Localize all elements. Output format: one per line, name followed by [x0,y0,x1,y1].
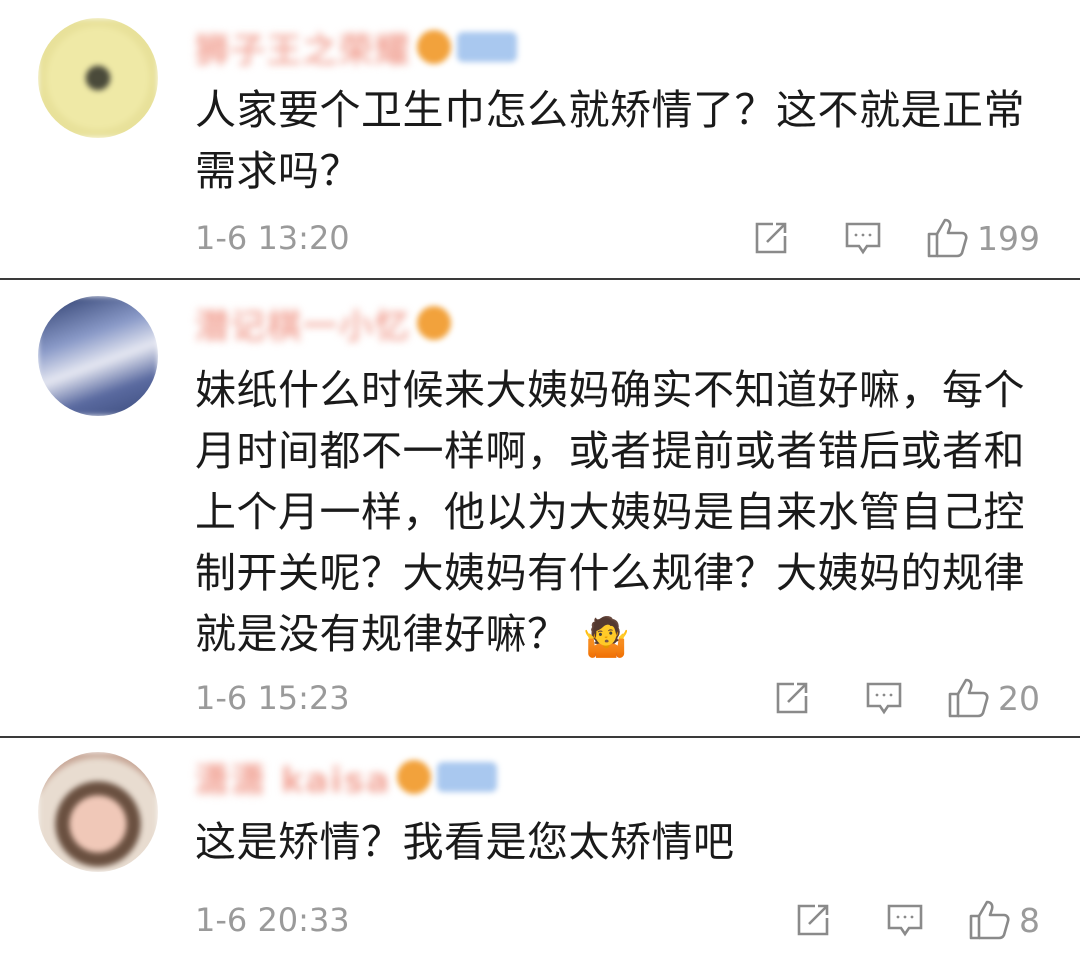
username-text[interactable]: 狮子王之荣耀 [195,23,411,72]
comment-meta: 1-6 13:20 199 [195,216,1040,260]
avatar[interactable] [38,18,158,138]
comment-text: 人家要个卫生巾怎么就矫情了？这不就是正常需求吗？ [195,86,1025,195]
comment-meta: 1-6 15:23 20 [195,676,1040,720]
like-button[interactable]: 20 [946,676,1040,720]
comment-icon[interactable] [883,898,927,942]
vip-badge-icon [417,30,451,64]
comment-actions: 8 [743,898,1040,942]
username[interactable]: 潜记棋一小忆 [195,302,451,347]
comment-meta: 1-6 20:33 8 [195,898,1040,942]
comment-text: 妹纸什么时候来大姨妈确实不知道好嘛，每个月时间都不一样啊，或者提前或者错后或者和… [195,360,1055,668]
vip-badge-icon [417,306,451,340]
username[interactable]: 潇潇 kaisa [195,756,498,801]
like-button[interactable]: 8 [967,898,1040,942]
username-text[interactable]: 潜记棋一小忆 [195,299,411,348]
like-count: 199 [977,218,1040,258]
comment-actions: 199 [701,216,1040,260]
timestamp: 1-6 15:23 [195,679,350,717]
timestamp: 1-6 20:33 [195,901,350,939]
comment-text: 这是矫情？我看是您太矫情吧 [195,818,735,866]
avatar[interactable] [38,296,158,416]
avatar[interactable] [38,752,158,872]
vip-badge-icon [397,760,432,794]
comment-actions: 20 [722,676,1040,720]
comment-icon[interactable] [862,676,906,720]
thumbs-up-icon [948,678,989,718]
share-icon[interactable] [770,676,814,720]
level-badge-icon [457,32,517,62]
shrug-emoji-icon: 🤷 [582,614,631,659]
level-badge-icon [437,762,498,792]
like-count: 8 [1019,900,1040,940]
comment-card: 潜记棋一小忆 妹纸什么时候来大姨妈确实不知道好嘛，每个月时间都不一样啊，或者提前… [0,280,1080,736]
share-icon[interactable] [791,898,835,942]
comment-card: 狮子王之荣耀 人家要个卫生巾怎么就矫情了？这不就是正常需求吗？ 1-6 13:2… [0,0,1080,278]
comment-icon[interactable] [841,216,885,260]
username[interactable]: 狮子王之荣耀 [195,26,517,71]
timestamp: 1-6 13:20 [195,219,350,257]
comment-card: 潇潇 kaisa 这是矫情？我看是您太矫情吧 1-6 20:33 8 [0,738,1080,953]
thumbs-up-icon [969,900,1010,940]
thumbs-up-icon [927,218,968,258]
like-button[interactable]: 199 [925,216,1040,260]
username-text[interactable]: 潇潇 kaisa [195,753,391,802]
like-count: 20 [998,678,1040,718]
share-icon[interactable] [749,216,793,260]
